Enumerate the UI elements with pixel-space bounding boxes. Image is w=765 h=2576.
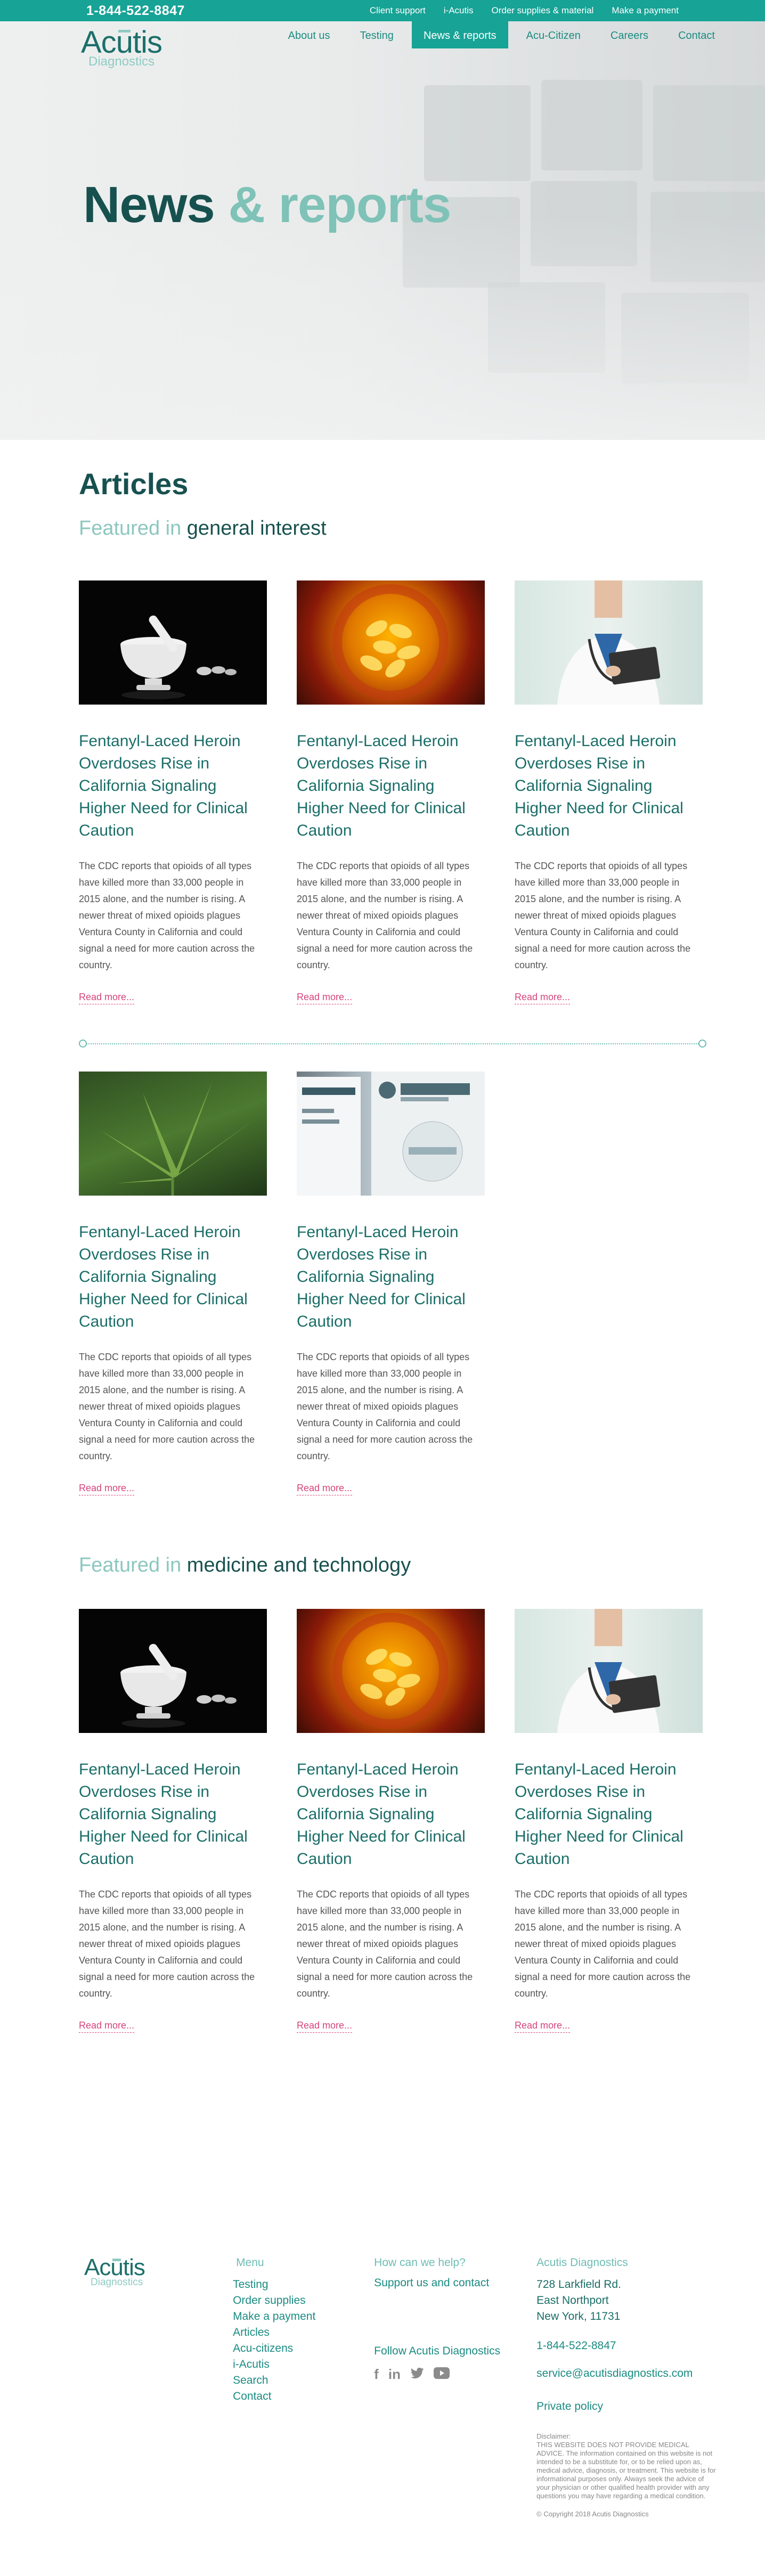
footer-phone[interactable]: 1-844-522-8847 xyxy=(536,2340,717,2352)
read-more-link[interactable]: Read more... xyxy=(297,992,353,1004)
article-card: Fentanyl-Laced Heroin Overdoses Rise in … xyxy=(297,580,485,1004)
article-excerpt: The CDC reports that opioids of all type… xyxy=(79,1889,255,1999)
facebook-icon[interactable]: f xyxy=(374,2366,379,2383)
footer-logo[interactable]: Acutis Diagnostics xyxy=(84,2256,233,2288)
i-acutis-link[interactable]: i-Acutis xyxy=(444,5,474,16)
read-more-link[interactable]: Read more... xyxy=(79,2020,135,2033)
footer-contact-heading: Acutis Diagnostics xyxy=(536,2256,628,2269)
article-excerpt: The CDC reports that opioids of all type… xyxy=(297,861,473,970)
order-supplies-link[interactable]: Order supplies & material xyxy=(492,5,594,16)
follow-heading: Follow Acutis Diagnostics xyxy=(374,2345,501,2357)
read-more-link[interactable]: Read more... xyxy=(297,2020,353,2033)
article-title[interactable]: Fentanyl-Laced Heroin Overdoses Rise in … xyxy=(297,1759,485,1870)
support-contact-link[interactable]: Support us and contact xyxy=(374,2277,489,2289)
disclaimer: Disclaimer: THIS WEBSITE DOES NOT PROVID… xyxy=(536,2432,716,2500)
nav-news-reports[interactable]: News & reports xyxy=(411,21,508,48)
articles-heading: Articles xyxy=(79,467,189,501)
footer-logo-wordmark: Acutis xyxy=(84,2254,145,2280)
footer-link-order-supplies[interactable]: Order supplies xyxy=(233,2293,374,2309)
article-grid-row: Fentanyl-Laced Heroin Overdoses Rise in … xyxy=(79,1072,706,1495)
page-title: News & reports xyxy=(83,176,451,233)
youtube-icon[interactable] xyxy=(433,2366,450,2383)
client-support-link[interactable]: Client support xyxy=(370,5,426,16)
article-grid-row: Fentanyl-Laced Heroin Overdoses Rise in … xyxy=(79,1609,706,2033)
article-card: Fentanyl-Laced Heroin Overdoses Rise in … xyxy=(297,1072,485,1495)
hero: Acutis Diagnostics About us Testing News… xyxy=(0,21,765,440)
article-card: Fentanyl-Laced Heroin Overdoses Rise in … xyxy=(79,580,267,1004)
twitter-icon[interactable] xyxy=(410,2366,424,2383)
article-card: Fentanyl-Laced Heroin Overdoses Rise in … xyxy=(79,1609,267,2033)
article-excerpt: The CDC reports that opioids of all type… xyxy=(515,861,691,970)
pills-image[interactable] xyxy=(297,580,485,705)
copyright: © Copyright 2018 Acutis Diagnostics xyxy=(536,2510,649,2518)
section-heading-general-interest: Featured in general interest xyxy=(79,517,327,539)
article-excerpt: The CDC reports that opioids of all type… xyxy=(515,1889,691,1999)
section-divider xyxy=(79,1038,706,1049)
footer-link-search[interactable]: Search xyxy=(233,2373,374,2389)
logo-wordmark: Acutis xyxy=(81,25,162,60)
footer-help-heading: How can we help? xyxy=(374,2256,466,2269)
nav-testing[interactable]: Testing xyxy=(348,21,405,48)
footer-menu-heading: Menu xyxy=(236,2256,264,2269)
top-phone[interactable]: 1-844-522-8847 xyxy=(86,3,185,19)
section-heading-medicine-technology: Featured in medicine and technology xyxy=(79,1554,411,1576)
article-card: Fentanyl-Laced Heroin Overdoses Rise in … xyxy=(297,1609,485,2033)
footer-logo-column: Acutis Diagnostics xyxy=(84,2256,233,2518)
nav-menu: About us Testing News & reports Acu-Citi… xyxy=(270,21,727,80)
linkedin-icon[interactable]: in xyxy=(388,2366,401,2383)
social-links: f in xyxy=(374,2366,536,2383)
nav-about-us[interactable]: About us xyxy=(276,21,342,48)
articles-main: Articles Featured in general interest Fe… xyxy=(0,467,765,2033)
article-grid-row: Fentanyl-Laced Heroin Overdoses Rise in … xyxy=(79,580,706,1004)
footer-link-acu-citizens[interactable]: Acu-citizens xyxy=(233,2341,374,2357)
footer-link-contact[interactable]: Contact xyxy=(233,2389,374,2405)
acutis-booth-image[interactable] xyxy=(297,1072,485,1196)
article-card: Fentanyl-Laced Heroin Overdoses Rise in … xyxy=(515,1609,703,2033)
read-more-link[interactable]: Read more... xyxy=(79,1483,135,1495)
article-excerpt: The CDC reports that opioids of all type… xyxy=(79,861,255,970)
mortar-pestle-image[interactable] xyxy=(79,1609,267,1733)
footer-menu: Menu Testing Order supplies Make a payme… xyxy=(233,2256,374,2518)
nav-contact[interactable]: Contact xyxy=(666,21,727,48)
logo[interactable]: Acutis Diagnostics xyxy=(81,25,162,80)
footer-link-testing[interactable]: Testing xyxy=(233,2277,374,2293)
article-title[interactable]: Fentanyl-Laced Heroin Overdoses Rise in … xyxy=(297,1221,485,1333)
doctor-image[interactable] xyxy=(515,1609,703,1733)
footer-link-make-payment[interactable]: Make a payment xyxy=(233,2309,374,2325)
top-bar: 1-844-522-8847 Client support i-Acutis O… xyxy=(0,0,765,21)
footer-link-articles[interactable]: Articles xyxy=(233,2325,374,2341)
article-card: Fentanyl-Laced Heroin Overdoses Rise in … xyxy=(79,1072,267,1495)
article-card: Fentanyl-Laced Heroin Overdoses Rise in … xyxy=(515,580,703,1004)
footer-email[interactable]: service@acutisdiagnostics.com xyxy=(536,2367,717,2380)
footer: Acutis Diagnostics Menu Testing Order su… xyxy=(0,2256,765,2550)
footer-contact: Acutis Diagnostics 728 Larkfield Rd. Eas… xyxy=(536,2256,717,2518)
nav-acu-citizen[interactable]: Acu-Citizen xyxy=(515,21,592,48)
article-title[interactable]: Fentanyl-Laced Heroin Overdoses Rise in … xyxy=(79,1759,267,1870)
article-title[interactable]: Fentanyl-Laced Heroin Overdoses Rise in … xyxy=(515,730,703,842)
read-more-link[interactable]: Read more... xyxy=(515,992,571,1004)
article-excerpt: The CDC reports that opioids of all type… xyxy=(297,1352,473,1461)
mortar-pestle-image[interactable] xyxy=(79,580,267,705)
top-links: Client support i-Acutis Order supplies &… xyxy=(352,5,679,16)
article-title[interactable]: Fentanyl-Laced Heroin Overdoses Rise in … xyxy=(297,730,485,842)
article-excerpt: The CDC reports that opioids of all type… xyxy=(297,1889,473,1999)
doctor-image[interactable] xyxy=(515,580,703,705)
make-payment-link[interactable]: Make a payment xyxy=(612,5,679,16)
main-nav: Acutis Diagnostics About us Testing News… xyxy=(0,21,765,80)
read-more-link[interactable]: Read more... xyxy=(515,2020,571,2033)
cannabis-leaf-image[interactable] xyxy=(79,1072,267,1196)
article-title[interactable]: Fentanyl-Laced Heroin Overdoses Rise in … xyxy=(515,1759,703,1870)
privacy-policy-link[interactable]: Private policy xyxy=(536,2400,717,2413)
article-title[interactable]: Fentanyl-Laced Heroin Overdoses Rise in … xyxy=(79,1221,267,1333)
footer-link-i-acutis[interactable]: i-Acutis xyxy=(233,2357,374,2373)
article-excerpt: The CDC reports that opioids of all type… xyxy=(79,1352,255,1461)
read-more-link[interactable]: Read more... xyxy=(79,992,135,1004)
pills-image[interactable] xyxy=(297,1609,485,1733)
footer-help: How can we help? Support us and contact … xyxy=(374,2256,536,2518)
article-title[interactable]: Fentanyl-Laced Heroin Overdoses Rise in … xyxy=(79,730,267,842)
read-more-link[interactable]: Read more... xyxy=(297,1483,353,1495)
address: 728 Larkfield Rd. East Northport New Yor… xyxy=(536,2278,621,2323)
nav-careers[interactable]: Careers xyxy=(599,21,660,48)
